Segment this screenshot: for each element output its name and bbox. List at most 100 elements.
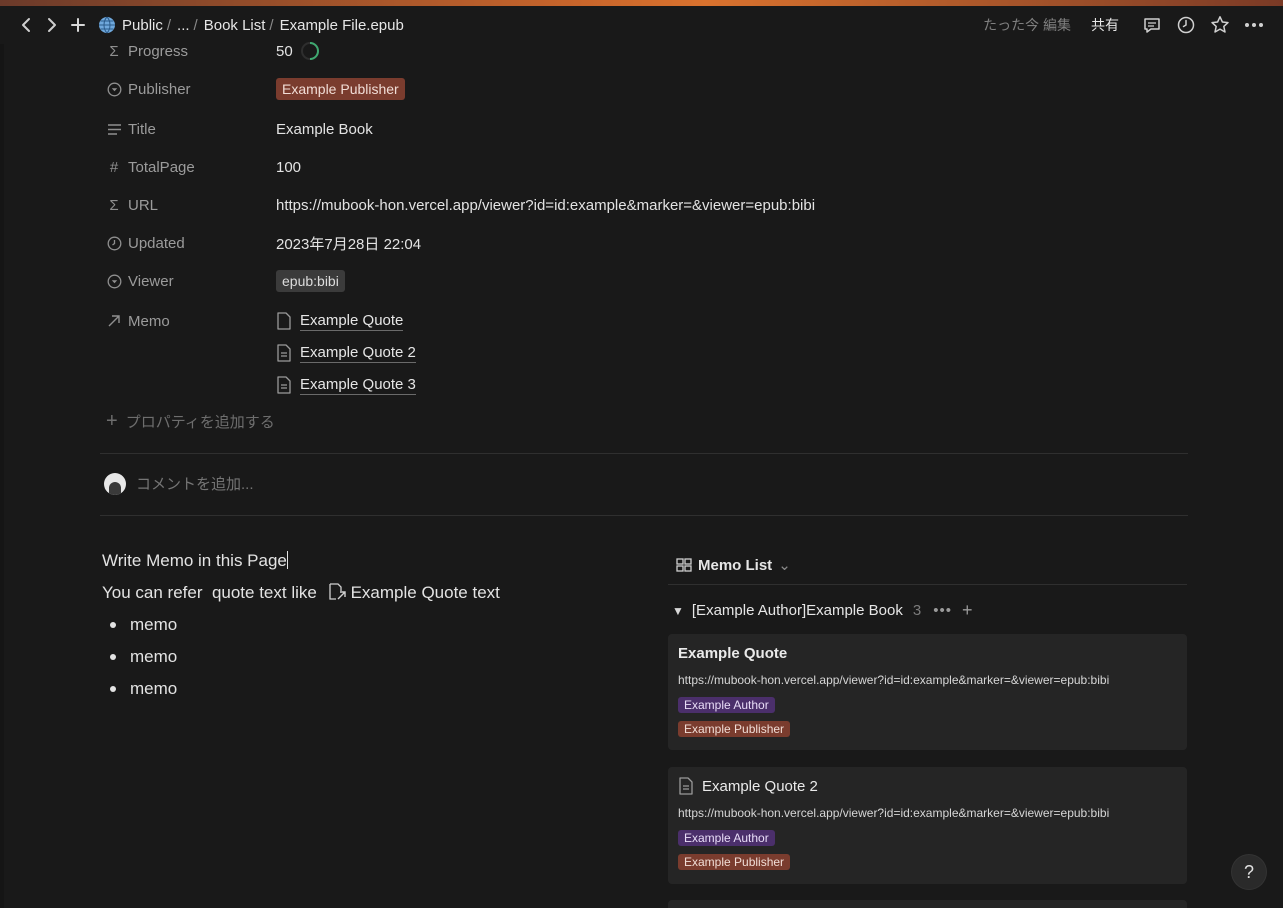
sigma-icon: Σ: [109, 196, 119, 214]
bullet-dot: [110, 622, 116, 628]
divider: [668, 584, 1187, 585]
property-label: Title: [128, 120, 156, 138]
property-value-cell[interactable]: 100: [276, 159, 301, 176]
help-button[interactable]: ?: [1232, 855, 1266, 889]
window-left-edge: [0, 6, 4, 908]
title-value: Example Book: [276, 120, 373, 138]
property-url: Σ URL https://mubook-hon.vercel.app/view…: [104, 189, 1194, 221]
clock-icon: [1177, 16, 1195, 34]
property-value-cell[interactable]: 50: [276, 41, 320, 61]
inline-page-link[interactable]: Example Quote: [351, 583, 468, 602]
property-label-cell[interactable]: Updated: [104, 233, 276, 253]
database-view-selector[interactable]: Memo List ⌄: [676, 556, 791, 574]
property-label: Progress: [128, 42, 189, 60]
list-item[interactable]: memo: [110, 647, 177, 667]
body-line-2[interactable]: You can refer quote text like Example Qu…: [102, 583, 500, 603]
body-text: Write Memo in this Page: [102, 551, 287, 570]
property-value-cell[interactable]: https://mubook-hon.vercel.app/viewer?id=…: [276, 197, 815, 214]
property-label-cell[interactable]: Viewer: [104, 271, 276, 291]
body-line-1[interactable]: Write Memo in this Page: [102, 551, 288, 571]
property-memo: Memo Example Quote: [104, 305, 1194, 337]
property-value-cell[interactable]: 2023年7月28日 22:04: [276, 233, 421, 254]
plus-icon: [71, 18, 85, 32]
share-button[interactable]: 共有: [1091, 15, 1119, 35]
card-title-text: Example Quote: [678, 645, 788, 662]
property-value-cell[interactable]: Example Quote 2: [276, 344, 416, 363]
gallery-card[interactable]: Example Quote 2 https://mubook-hon.verce…: [668, 767, 1187, 884]
divider: [100, 515, 1188, 516]
more-button[interactable]: [1237, 11, 1271, 39]
star-icon: [1211, 16, 1229, 33]
page-text-icon: [277, 344, 291, 362]
body-text: text: [467, 583, 500, 602]
group-name: [Example Author]Example Book: [691, 602, 903, 619]
property-label: Viewer: [128, 272, 174, 290]
memo-link[interactable]: Example Quote 2: [276, 344, 416, 363]
property-label-cell[interactable]: Σ Progress: [104, 41, 276, 61]
property-value-cell[interactable]: epub:bibi: [276, 270, 345, 292]
card-title: Example Quote 2: [678, 777, 818, 795]
list-item-text: memo: [130, 647, 178, 666]
publisher-tag: Example Publisher: [678, 721, 791, 737]
chevron-left-icon: [22, 18, 30, 32]
group-header: ▼ [Example Author]Example Book 3 ••• +: [672, 600, 972, 621]
property-label-cell[interactable]: Σ URL: [104, 195, 276, 215]
property-memo-continued: Example Quote 3: [104, 369, 1194, 401]
page-text-icon: [277, 376, 291, 394]
select-icon: [104, 271, 124, 291]
property-value-cell[interactable]: Example Quote 3: [276, 376, 416, 395]
publisher-tag: Example Publisher: [276, 78, 405, 100]
total-page-value: 100: [276, 158, 302, 176]
divider: [100, 453, 1188, 454]
clock-icon: [104, 233, 124, 253]
card-title: Example Quote: [678, 645, 787, 662]
group-more-icon[interactable]: •••: [933, 602, 952, 619]
memo-link[interactable]: Example Quote: [276, 312, 404, 331]
memo-link-label: Example Quote 2: [300, 343, 416, 363]
breadcrumb-ellipsis[interactable]: ...: [177, 17, 190, 34]
chevron-down-icon: ⌄: [778, 557, 791, 574]
card-publisher-tag: Example Publisher: [678, 853, 791, 871]
property-value-cell[interactable]: Example Publisher: [276, 78, 405, 100]
property-memo-continued: Example Quote 2: [104, 337, 1194, 369]
back-button[interactable]: [14, 13, 38, 37]
breadcrumb-public[interactable]: Public: [122, 17, 163, 34]
memo-link[interactable]: Example Quote 3: [276, 376, 416, 395]
forward-button[interactable]: [40, 13, 64, 37]
avatar: [104, 473, 126, 495]
property-label-cell[interactable]: Title: [104, 119, 276, 139]
property-label-cell[interactable]: # TotalPage: [104, 157, 276, 177]
property-value-cell[interactable]: Example Quote: [276, 312, 404, 331]
list-item-text: memo: [130, 615, 178, 634]
toggle-triangle-icon[interactable]: ▼: [672, 604, 684, 618]
edited-status: たった今 編集: [983, 17, 1071, 33]
author-tag: Example Author: [678, 697, 775, 713]
page-text-icon: [679, 777, 693, 795]
list-item[interactable]: memo: [110, 679, 177, 699]
group-add-icon[interactable]: +: [962, 600, 973, 621]
property-value-cell[interactable]: Example Book: [276, 121, 373, 138]
comment-input[interactable]: [136, 475, 536, 493]
property-publisher: Publisher Example Publisher: [104, 73, 1194, 105]
memo-link-label: Example Quote 3: [300, 375, 416, 395]
url-value: https://mubook-hon.vercel.app/viewer?id=…: [276, 196, 816, 214]
breadcrumb-book-list[interactable]: Book List: [204, 17, 266, 34]
gallery-icon: [676, 558, 692, 572]
add-property-button[interactable]: + プロパティを追加する: [104, 410, 275, 433]
breadcrumb-current-page[interactable]: Example File.epub: [280, 17, 404, 34]
property-label-cell[interactable]: Publisher: [104, 79, 276, 99]
breadcrumb-separator: /: [269, 16, 274, 34]
card-url: https://mubook-hon.vercel.app/viewer?id=…: [678, 673, 1110, 687]
select-icon: [104, 79, 124, 99]
new-page-button[interactable]: [66, 13, 90, 37]
gallery-card-partial[interactable]: [668, 900, 1187, 908]
updated-value: 2023年7月28日 22:04: [276, 235, 422, 253]
list-item[interactable]: memo: [110, 615, 177, 635]
property-label-cell[interactable]: Memo: [104, 311, 276, 331]
property-title: Title Example Book: [104, 113, 1194, 145]
gallery-card[interactable]: Example Quote https://mubook-hon.vercel.…: [668, 634, 1187, 750]
card-url: https://mubook-hon.vercel.app/viewer?id=…: [678, 806, 1110, 820]
property-progress: Σ Progress 50: [104, 35, 1194, 67]
favorite-button[interactable]: [1203, 11, 1237, 39]
card-author-tag: Example Author: [678, 696, 775, 714]
